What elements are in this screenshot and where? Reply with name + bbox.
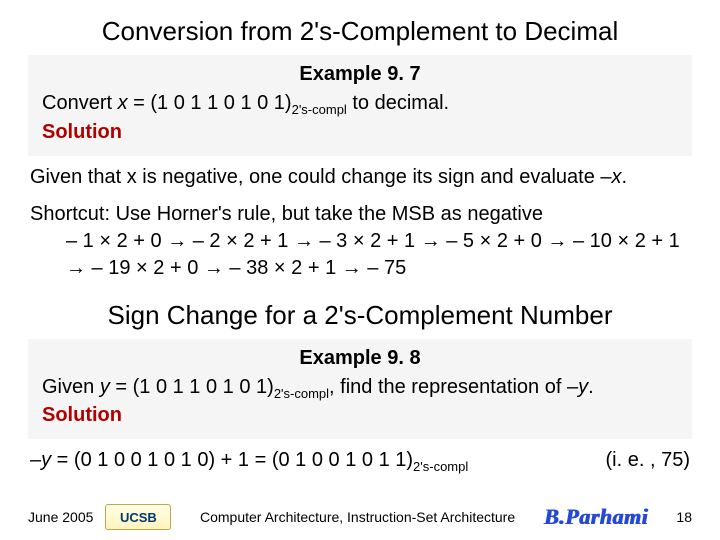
- solution-label-2: Solution: [42, 402, 678, 429]
- example-2-prompt: Given y = (1 0 1 1 0 1 0 1)2's-compl, fi…: [42, 374, 678, 403]
- footer-chapter: Computer Architecture, Instruction-Set A…: [200, 509, 515, 525]
- footer: June 2005 UCSB Computer Architecture, In…: [28, 504, 692, 530]
- footer-author: B.Parhami: [544, 504, 648, 530]
- text: = (0 1 0 0 1 0 1 0) + 1 = (0 1 0 0 1 0 1…: [51, 449, 413, 471]
- shortcut-block: Shortcut: Use Horner's rule, but take th…: [30, 201, 690, 282]
- example-2-label: Example 9. 8: [42, 345, 678, 372]
- section-subtitle: Sign Change for a 2's-Complement Number: [28, 300, 692, 331]
- footer-left: June 2005 UCSB: [28, 504, 171, 530]
- example-1-box: Example 9. 7 Convert x = (1 0 1 1 0 1 0 …: [28, 55, 692, 156]
- variable-y: y: [100, 376, 110, 398]
- ucsb-logo: UCSB: [105, 504, 171, 530]
- variable-y: y: [578, 376, 588, 398]
- text: = (1 0 1 1 0 1 0 1): [110, 376, 274, 398]
- text: Given: [42, 376, 100, 398]
- example-1-prompt: Convert x = (1 0 1 1 0 1 0 1)2's-compl t…: [42, 90, 678, 119]
- text: = (1 0 1 1 0 1 0 1): [128, 92, 292, 114]
- result-expr: –y = (0 1 0 0 1 0 1 0) + 1 = (0 1 0 0 1 …: [30, 447, 468, 476]
- text: Convert: [42, 92, 118, 114]
- example-1-label: Example 9. 7: [42, 61, 678, 88]
- subscript: 2's-compl: [292, 102, 347, 117]
- variable-x: x: [118, 92, 128, 114]
- text: .: [622, 166, 628, 188]
- example-2-box: Example 9. 8 Given y = (1 0 1 1 0 1 0 1)…: [28, 339, 692, 440]
- text: , find the representation of –: [329, 376, 578, 398]
- shortcut-line-2: → – 19 × 2 + 0 → – 38 × 2 + 1 → – 75: [30, 255, 690, 282]
- subscript: 2's-compl: [274, 386, 329, 401]
- result-paren: (i. e. , 75): [582, 447, 690, 474]
- solution-label-1: Solution: [42, 119, 678, 146]
- paragraph-1: Given that x is negative, one could chan…: [30, 164, 690, 191]
- subscript: 2's-compl: [413, 459, 468, 474]
- text: to decimal.: [347, 92, 449, 114]
- footer-date: June 2005: [28, 509, 93, 525]
- slide: Conversion from 2's-Complement to Decima…: [0, 0, 720, 540]
- text: Given that x is negative, one could chan…: [30, 166, 612, 188]
- result-line: –y = (0 1 0 0 1 0 1 0) + 1 = (0 1 0 0 1 …: [30, 447, 690, 476]
- shortcut-line-1: – 1 × 2 + 0 → – 2 × 2 + 1 → – 3 × 2 + 1 …: [30, 228, 690, 255]
- slide-title: Conversion from 2's-Complement to Decima…: [28, 16, 692, 47]
- text: .: [588, 376, 594, 398]
- text: –: [30, 449, 41, 471]
- variable-y: y: [41, 449, 51, 471]
- page-number: 18: [676, 509, 692, 525]
- variable-x: x: [612, 166, 622, 188]
- shortcut-lead: Shortcut: Use Horner's rule, but take th…: [30, 201, 690, 228]
